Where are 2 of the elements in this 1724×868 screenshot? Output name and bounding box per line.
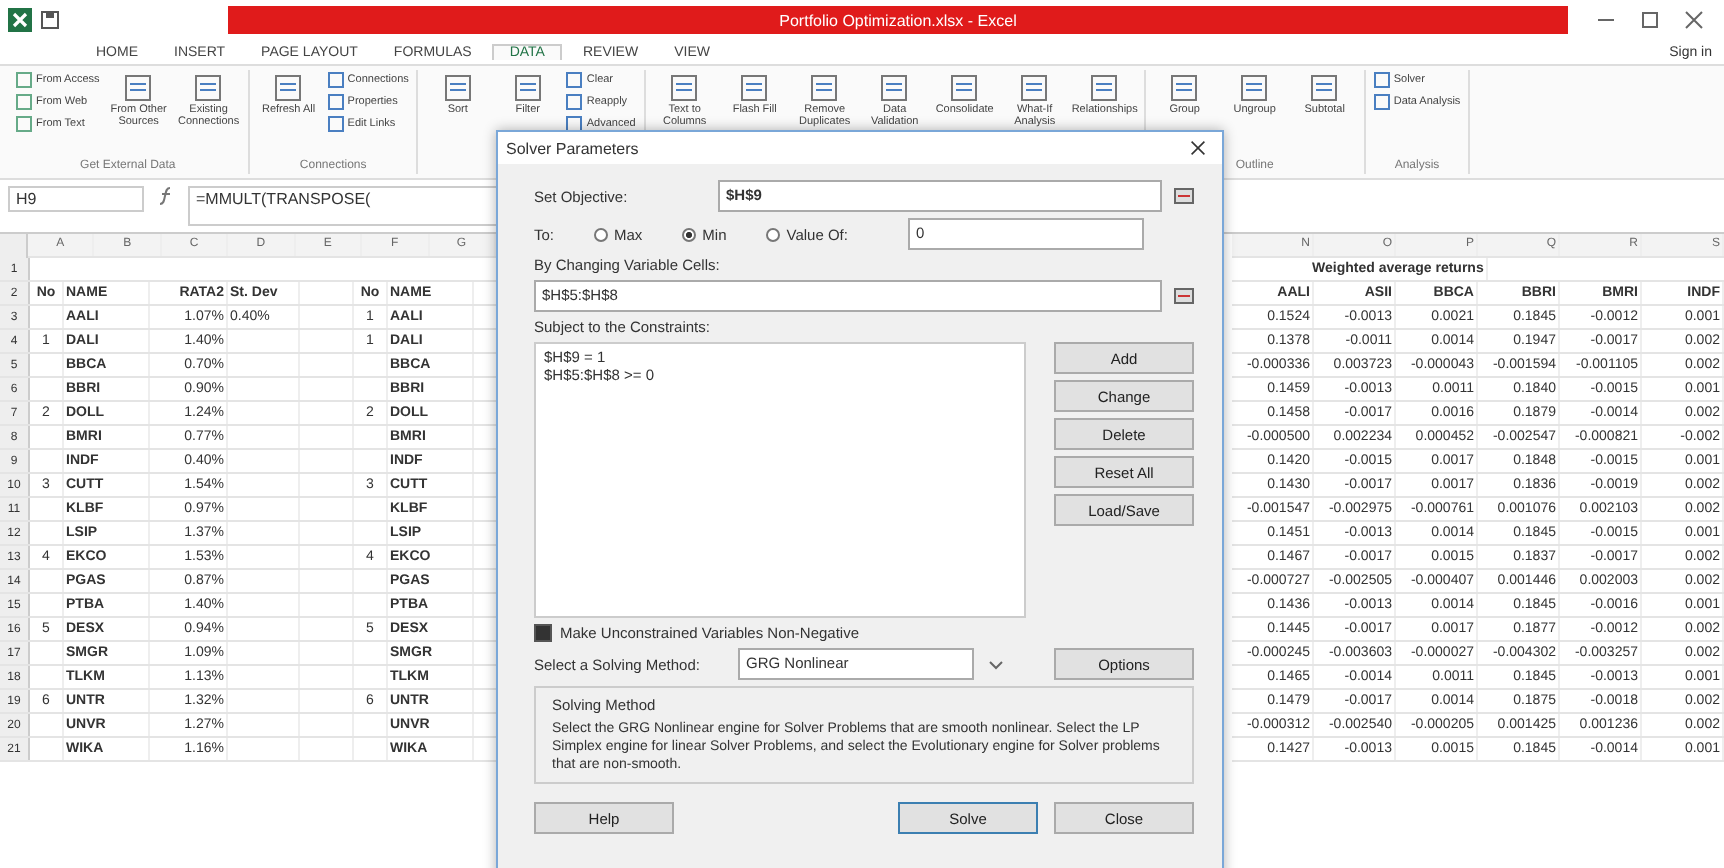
dialog-title: Solver Parameters xyxy=(506,139,639,157)
window-title: Portfolio Optimization.xlsx - Excel xyxy=(779,11,1017,29)
